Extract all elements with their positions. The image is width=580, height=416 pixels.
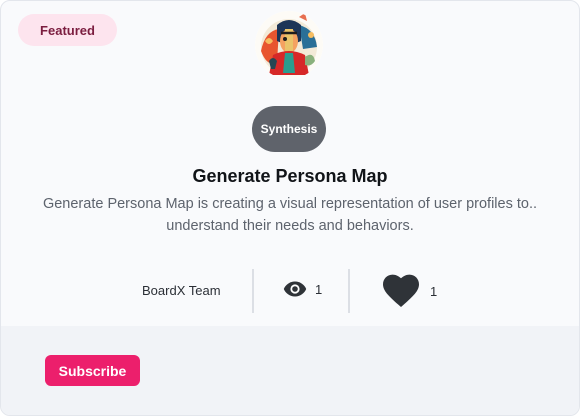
featured-badge: Featured [18,14,117,46]
stats-divider [252,269,254,313]
persona-illustration-image [255,11,323,79]
card-title: Generate Persona Map [192,166,388,186]
author-name: BoardX Team [142,283,221,298]
subscribe-button[interactable]: Subscribe [45,355,140,386]
template-card[interactable]: Featured Synthesis Generate Persona Map … [0,0,580,416]
category-badge-label: Synthesis [260,122,318,136]
like-count-value: 1 [430,283,438,299]
card-stats: BoardX Team 1 1 [1,269,579,313]
heart-icon[interactable] [382,273,420,309]
stats-divider [348,269,350,313]
eye-icon [283,280,307,298]
card-footer: Subscribe [1,326,579,415]
view-count: 1 [283,280,322,298]
category-badge[interactable]: Synthesis [252,106,326,152]
view-count-value: 1 [315,281,323,297]
featured-badge-label: Featured [40,22,95,38]
card-description: Generate Persona Map is creating a visua… [42,196,538,234]
like-count[interactable]: 1 [382,273,437,309]
